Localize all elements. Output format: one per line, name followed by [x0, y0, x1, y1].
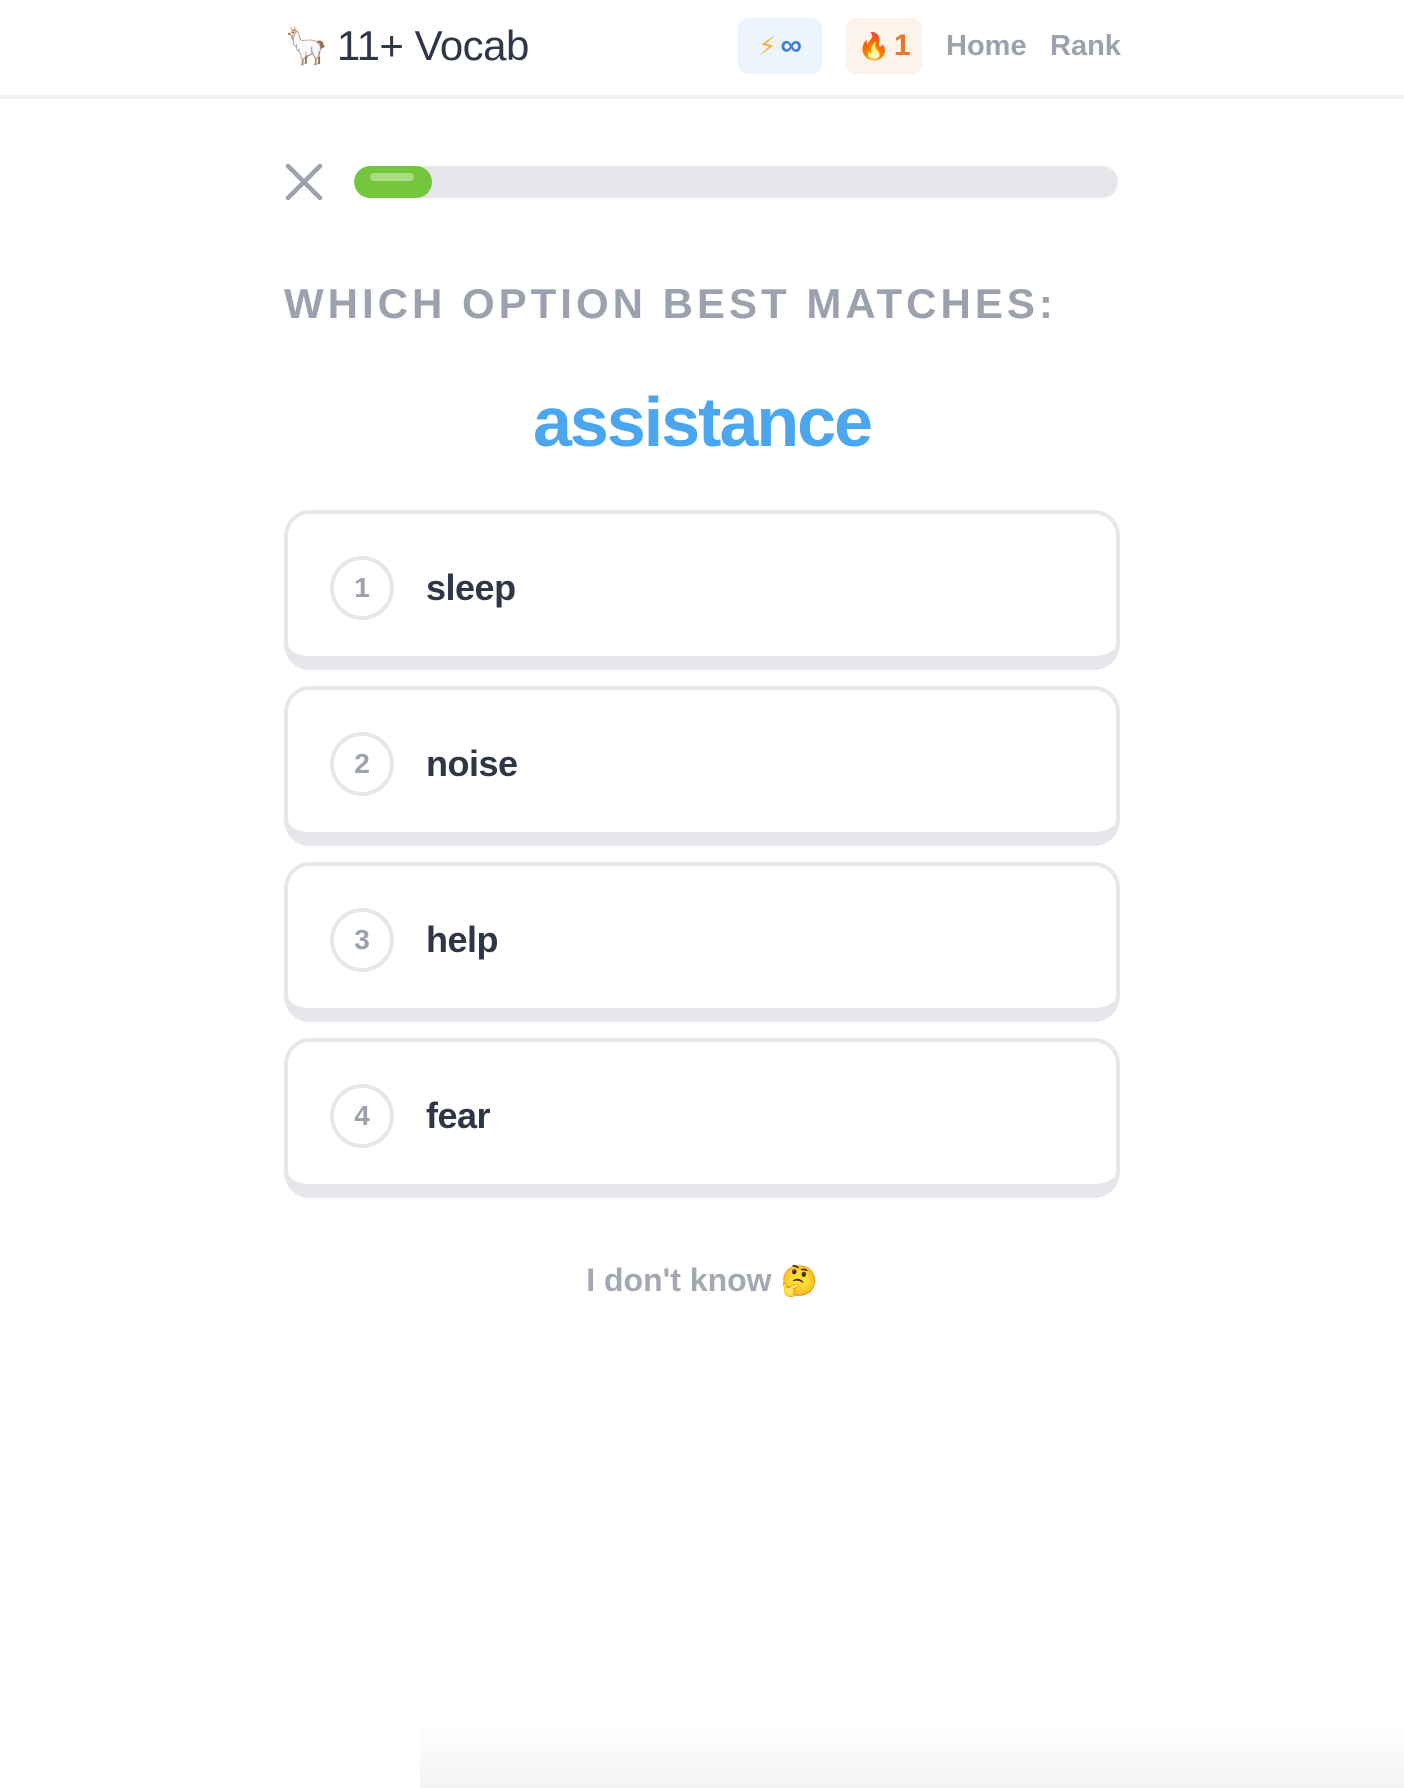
app-title: 11+ Vocab: [336, 22, 530, 69]
answer-options: 1 sleep 2 noise 3 help 4 fear: [284, 510, 1120, 1214]
nav-home-link[interactable]: Home: [946, 26, 1027, 66]
option-number-badge: 4: [330, 1084, 394, 1148]
close-icon: [285, 163, 323, 201]
progress-bar-fill: [354, 166, 432, 198]
top-header: 🦙 11+ Vocab ⚡ ∞ 🔥 1 Home Rank: [0, 0, 1404, 99]
streak-badge[interactable]: 🔥 1: [846, 18, 922, 74]
option-label: sleep: [426, 567, 516, 608]
answer-option-2[interactable]: 2 noise: [284, 686, 1120, 846]
dont-know-label: I don't know: [586, 1262, 772, 1298]
answer-option-1[interactable]: 1 sleep: [284, 510, 1120, 670]
option-number-badge: 1: [330, 556, 394, 620]
brand[interactable]: 🦙 11+ Vocab: [284, 22, 529, 70]
answer-option-4[interactable]: 4 fear: [284, 1038, 1120, 1198]
llama-logo-icon: 🦙: [284, 25, 329, 66]
target-word: assistance: [532, 383, 873, 461]
option-label: noise: [426, 743, 518, 784]
fire-icon: 🔥: [857, 31, 890, 61]
progress-shine: [370, 173, 414, 181]
option-number-badge: 3: [330, 908, 394, 972]
streak-count: 1: [893, 29, 911, 62]
nav-rank-link[interactable]: Rank: [1050, 26, 1121, 66]
option-label: help: [426, 919, 499, 960]
option-label: fear: [426, 1095, 491, 1136]
energy-badge[interactable]: ⚡ ∞: [738, 18, 822, 74]
option-number-badge: 2: [330, 732, 394, 796]
question-prompt: WHICH OPTION BEST MATCHES:: [284, 280, 1057, 327]
answer-option-3[interactable]: 3 help: [284, 862, 1120, 1022]
dont-know-button[interactable]: I don't know 🤔: [284, 1262, 1120, 1299]
progress-bar: [354, 166, 1118, 198]
energy-value: ∞: [780, 29, 802, 62]
lightning-bolt-icon: ⚡: [758, 31, 777, 61]
thinking-face-icon: 🤔: [780, 1265, 818, 1298]
bottom-shadow: [420, 1720, 1404, 1788]
close-button[interactable]: [284, 162, 324, 202]
